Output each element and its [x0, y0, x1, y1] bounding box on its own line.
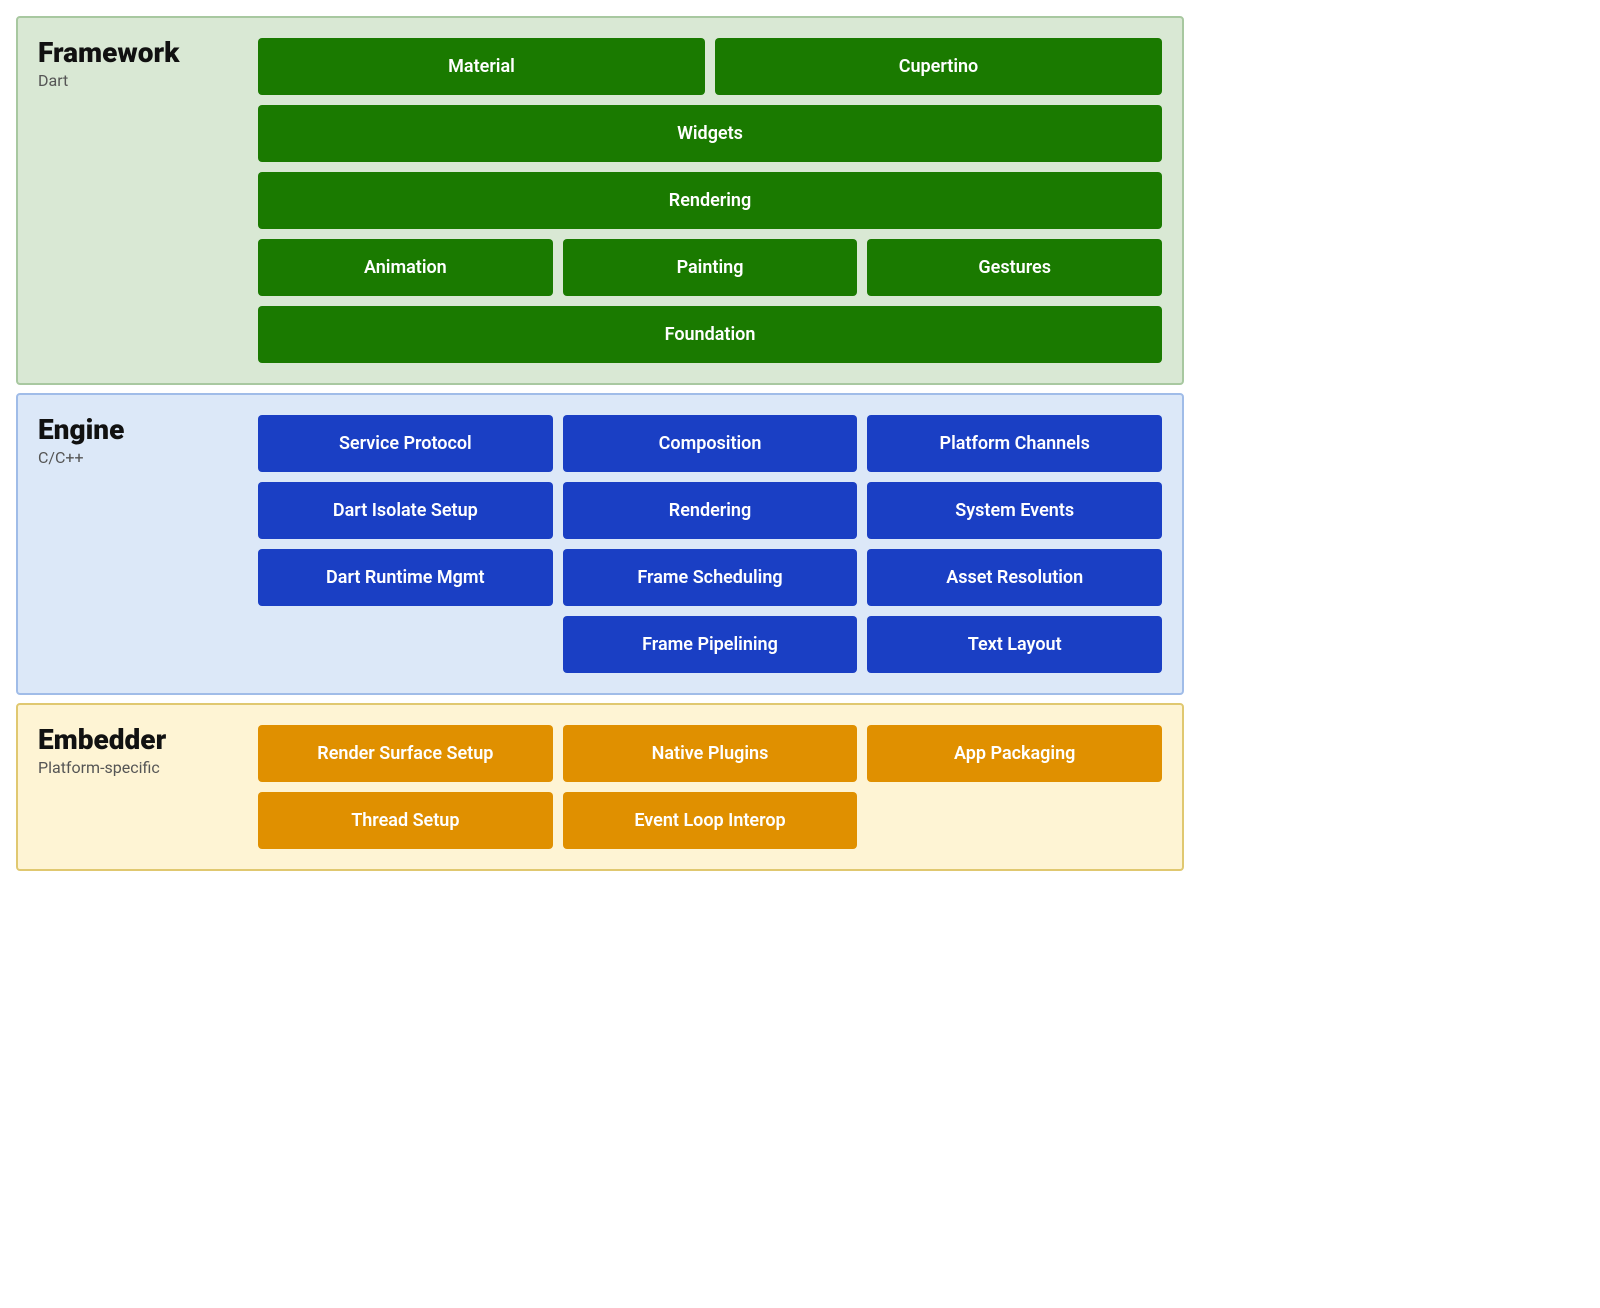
embedder-row-2: Thread Setup Event Loop Interop [258, 792, 1162, 849]
asset-resolution-box: Asset Resolution [867, 549, 1162, 606]
cupertino-box: Cupertino [715, 38, 1162, 95]
system-events-box: System Events [867, 482, 1162, 539]
framework-content: Material Cupertino Widgets Rendering Ani… [258, 38, 1162, 363]
painting-box: Painting [563, 239, 858, 296]
service-protocol-box: Service Protocol [258, 415, 553, 472]
material-box: Material [258, 38, 705, 95]
embedder-row-1: Render Surface Setup Native Plugins App … [258, 725, 1162, 782]
event-loop-interop-box: Event Loop Interop [563, 792, 858, 849]
framework-row-3: Rendering [258, 172, 1162, 229]
animation-box: Animation [258, 239, 553, 296]
engine-content: Service Protocol Composition Platform Ch… [258, 415, 1162, 673]
engine-label: Engine C/C++ [38, 415, 238, 673]
engine-subtitle: C/C++ [38, 448, 238, 467]
framework-title: Framework [38, 38, 238, 69]
foundation-box: Foundation [258, 306, 1162, 363]
frame-scheduling-box: Frame Scheduling [563, 549, 858, 606]
gestures-box: Gestures [867, 239, 1162, 296]
frame-pipelining-box: Frame Pipelining [563, 616, 858, 673]
engine-row-1: Service Protocol Composition Platform Ch… [258, 415, 1162, 472]
app-packaging-box: App Packaging [867, 725, 1162, 782]
widgets-box: Widgets [258, 105, 1162, 162]
framework-label: Framework Dart [38, 38, 238, 363]
engine-row-4: Frame Pipelining Text Layout [258, 616, 1162, 673]
dart-runtime-box: Dart Runtime Mgmt [258, 549, 553, 606]
framework-layer: Framework Dart Material Cupertino Widget… [16, 16, 1184, 385]
engine-title: Engine [38, 415, 238, 446]
render-surface-setup-box: Render Surface Setup [258, 725, 553, 782]
engine-row-2: Dart Isolate Setup Rendering System Even… [258, 482, 1162, 539]
embedder-title: Embedder [38, 725, 238, 756]
engine-layer: Engine C/C++ Service Protocol Compositio… [16, 393, 1184, 695]
composition-box: Composition [563, 415, 858, 472]
text-layout-box: Text Layout [867, 616, 1162, 673]
framework-row-4: Animation Painting Gestures [258, 239, 1162, 296]
dart-isolate-setup-box: Dart Isolate Setup [258, 482, 553, 539]
engine-empty-box [258, 616, 553, 673]
framework-row-1: Material Cupertino [258, 38, 1162, 95]
embedder-empty-box [867, 792, 1162, 849]
framework-subtitle: Dart [38, 71, 238, 90]
platform-channels-box: Platform Channels [867, 415, 1162, 472]
framework-row-2: Widgets [258, 105, 1162, 162]
framework-row-5: Foundation [258, 306, 1162, 363]
embedder-content: Render Surface Setup Native Plugins App … [258, 725, 1162, 849]
rendering-box: Rendering [258, 172, 1162, 229]
embedder-subtitle: Platform-specific [38, 758, 238, 777]
engine-rendering-box: Rendering [563, 482, 858, 539]
engine-row-3: Dart Runtime Mgmt Frame Scheduling Asset… [258, 549, 1162, 606]
embedder-label: Embedder Platform-specific [38, 725, 238, 849]
thread-setup-box: Thread Setup [258, 792, 553, 849]
embedder-layer: Embedder Platform-specific Render Surfac… [16, 703, 1184, 871]
native-plugins-box: Native Plugins [563, 725, 858, 782]
